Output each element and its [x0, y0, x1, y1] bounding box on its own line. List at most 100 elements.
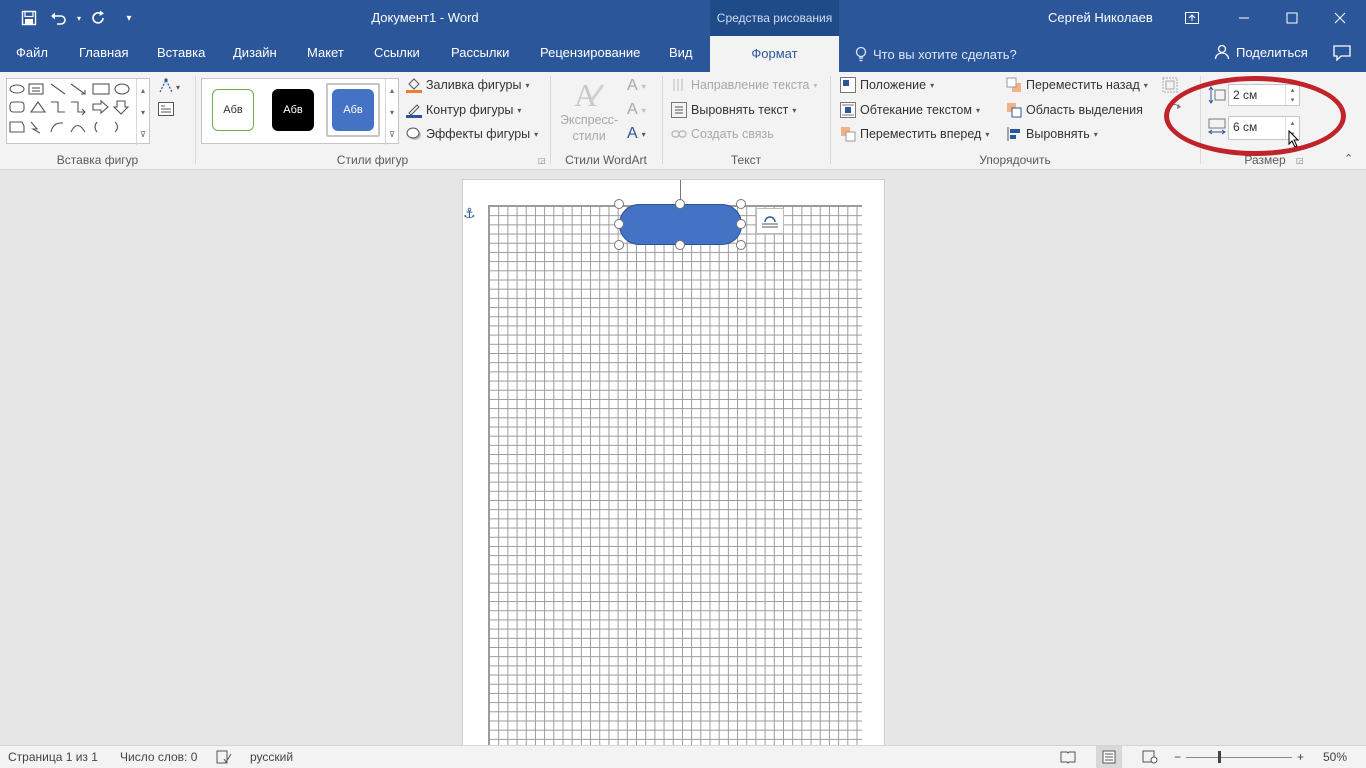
maximize-icon[interactable] — [1270, 0, 1314, 36]
close-icon[interactable] — [1318, 0, 1362, 36]
text-fill-icon[interactable]: A ▾ — [627, 77, 646, 95]
language[interactable]: русский — [250, 750, 293, 764]
shape-width-value: 6 см — [1233, 120, 1258, 134]
shape-width-icon — [1208, 118, 1226, 136]
tab-home[interactable]: Главная — [79, 45, 128, 60]
shape-styles-launcher-icon[interactable]: ◲ — [538, 156, 546, 165]
document-page[interactable] — [462, 179, 885, 745]
resize-handle-tr[interactable] — [736, 199, 746, 209]
rounded-rectangle-shape[interactable] — [619, 204, 742, 245]
align-text-button[interactable]: Выровнять текст ▾ — [671, 102, 796, 118]
resize-handle-br[interactable] — [736, 240, 746, 250]
edit-shape-icon[interactable]: ▾ — [158, 78, 184, 94]
zoom-out-icon[interactable]: − — [1174, 750, 1181, 764]
collapse-ribbon-icon[interactable]: ⌃ — [1344, 152, 1353, 165]
express-styles-button[interactable]: A Экспресс- стили — [560, 76, 618, 144]
tab-view[interactable]: Вид — [669, 45, 693, 60]
text-box-icon[interactable] — [158, 102, 174, 116]
save-icon[interactable] — [14, 6, 44, 30]
rotate-icon[interactable] — [1166, 102, 1186, 118]
word-count[interactable]: Число слов: 0 — [120, 750, 197, 764]
document-area[interactable] — [0, 170, 1366, 745]
bring-forward-label: Переместить вперед — [860, 127, 982, 141]
drawing-tools-context-label: Средства рисования — [710, 0, 839, 36]
align-button[interactable]: Выровнять ▾ — [1006, 126, 1098, 142]
print-layout-icon[interactable] — [1096, 746, 1122, 768]
share-button[interactable]: Поделиться — [1214, 44, 1308, 60]
style-swatch-outline[interactable]: Абв — [212, 89, 254, 131]
resize-handle-t[interactable] — [675, 199, 685, 209]
shape-outline-label: Контур фигуры — [426, 103, 514, 117]
express-styles-label-2: стили — [572, 129, 606, 143]
comments-icon[interactable] — [1330, 42, 1354, 64]
resize-handle-bl[interactable] — [614, 240, 624, 250]
group-separator — [830, 76, 831, 164]
minimize-icon[interactable] — [1222, 0, 1266, 36]
text-outline-icon[interactable]: A ▾ — [627, 101, 646, 119]
redo-icon[interactable] — [84, 6, 114, 30]
align-icon — [1007, 127, 1020, 141]
position-icon — [840, 77, 856, 93]
shapes-gallery-scroll[interactable]: ▴ ▾ ⊽ — [136, 79, 149, 145]
tab-design[interactable]: Дизайн — [233, 45, 277, 60]
tab-layout[interactable]: Макет — [307, 45, 344, 60]
pen-icon — [406, 104, 422, 118]
arrange-group-label: Упорядочить — [979, 153, 1051, 167]
style-swatch-black[interactable]: Абв — [272, 89, 314, 131]
shape-styles-gallery[interactable]: Абв Абв Абв ▴ ▾ ⊽ — [201, 78, 399, 145]
shape-fill-button[interactable]: Заливка фигуры ▾ — [406, 77, 529, 93]
insert-shapes-group-label: Вставка фигур — [56, 153, 139, 167]
zoom-slider-thumb[interactable] — [1217, 751, 1221, 763]
resize-handle-tl[interactable] — [614, 199, 624, 209]
position-button[interactable]: Положение ▾ — [840, 77, 934, 93]
tab-review[interactable]: Рецензирование — [540, 45, 640, 60]
zoom-slider[interactable] — [1186, 751, 1292, 763]
text-direction-button[interactable]: Направление текста ▾ — [671, 77, 818, 93]
text-effects-icon[interactable]: A ▾ — [627, 125, 646, 143]
proofing-icon[interactable] — [216, 750, 232, 767]
group-objects-icon[interactable] — [1162, 77, 1182, 93]
web-layout-icon[interactable] — [1142, 750, 1158, 767]
page-count[interactable]: Страница 1 из 1 — [8, 750, 98, 764]
zoom-level[interactable]: 50% — [1323, 750, 1347, 764]
shape-effects-label: Эффекты фигуры — [426, 127, 531, 141]
shape-height-field[interactable]: 2 см ▴ ▾ — [1228, 84, 1300, 106]
send-backward-button[interactable]: Переместить назад ▾ — [1006, 77, 1148, 93]
undo-icon[interactable] — [44, 6, 74, 30]
paint-bucket-icon — [406, 78, 422, 93]
shapes-gallery[interactable]: ▴ ▾ ⊽ — [6, 78, 150, 145]
tab-file[interactable]: Файл — [16, 45, 48, 60]
undo-dropdown-icon[interactable]: ▾ — [74, 6, 84, 30]
size-launcher-icon[interactable]: ◲ — [1296, 156, 1304, 165]
style-swatch-blue: Абв — [332, 89, 374, 131]
height-spinner[interactable]: ▴ ▾ — [1285, 85, 1299, 105]
resize-handle-b[interactable] — [675, 240, 685, 250]
shape-effects-button[interactable]: Эффекты фигуры ▾ — [406, 126, 538, 142]
wrap-text-icon — [840, 102, 856, 118]
zoom-in-icon[interactable]: + — [1297, 750, 1304, 764]
user-name[interactable]: Сергей Николаев — [1048, 10, 1153, 25]
layout-options-icon[interactable] — [756, 208, 784, 234]
tab-references[interactable]: Ссылки — [374, 45, 420, 60]
position-label: Положение — [860, 78, 927, 92]
resize-handle-r[interactable] — [736, 219, 746, 229]
svg-text:A: A — [574, 77, 597, 112]
styles-gallery-scroll[interactable]: ▴ ▾ ⊽ — [385, 79, 398, 145]
bring-forward-button[interactable]: Переместить вперед ▾ — [840, 126, 989, 142]
resize-handle-l[interactable] — [614, 219, 624, 229]
ribbon-display-options-icon[interactable] — [1170, 0, 1214, 36]
wrap-text-button[interactable]: Обтекание текстом ▾ — [840, 102, 980, 118]
tab-insert[interactable]: Вставка — [157, 45, 205, 60]
read-mode-icon[interactable] — [1060, 750, 1076, 767]
tab-mailings[interactable]: Рассылки — [451, 45, 509, 60]
style-swatch-selected-frame[interactable]: Абв — [326, 83, 380, 137]
document-title: Документ1 - Word — [371, 10, 479, 25]
create-link-button[interactable]: Создать связь — [671, 126, 774, 142]
graph-paper-grid — [488, 205, 862, 745]
shape-outline-button[interactable]: Контур фигуры ▾ — [406, 102, 521, 118]
selection-pane-button[interactable]: Область выделения — [1006, 102, 1143, 118]
tab-format[interactable]: Формат — [710, 36, 839, 72]
tell-me-box[interactable]: Что вы хотите сделать? — [855, 46, 1017, 62]
link-icon — [671, 130, 687, 138]
customize-qat-icon[interactable]: ▾ — [114, 6, 144, 30]
